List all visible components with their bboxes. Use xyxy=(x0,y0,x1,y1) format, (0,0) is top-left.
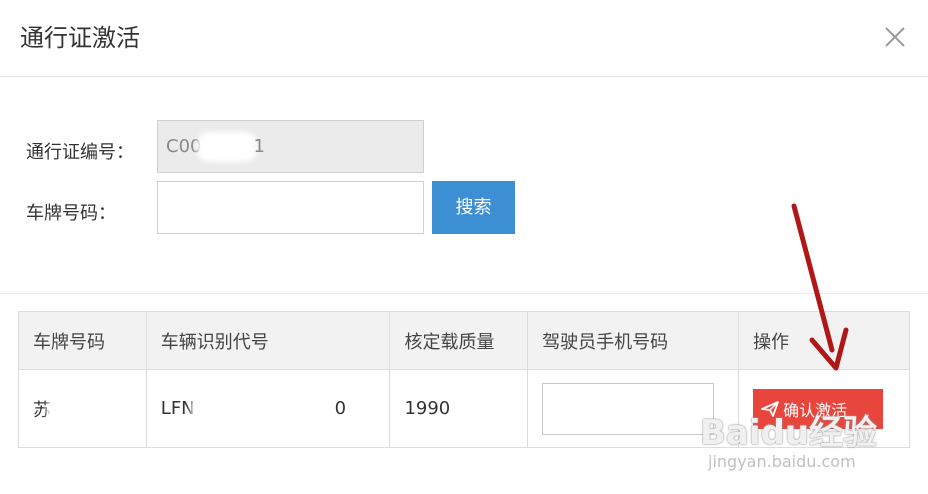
vin-value-prefix: LFN xyxy=(160,397,195,419)
col-header-load: 核定载质量 xyxy=(389,311,529,370)
col-header-phone: 驾驶员手机号码 xyxy=(527,311,740,370)
col-header-vin: 车辆识别代号 xyxy=(145,311,391,370)
col-header-plate: 车牌号码 xyxy=(18,311,147,370)
plate-number-label: 车牌号码： xyxy=(26,203,116,224)
redaction-mask xyxy=(194,397,335,420)
plate-number-input[interactable] xyxy=(157,181,424,234)
redaction-mask xyxy=(201,136,254,158)
pass-number-value-prefix: C00 xyxy=(166,136,202,157)
cell-vin: LFN 0 xyxy=(145,369,391,448)
search-button[interactable]: 搜索 xyxy=(432,181,515,234)
section-divider xyxy=(0,293,928,294)
redaction-mask xyxy=(51,399,113,422)
activation-dialog: 通行证激活 通行证编号： C00 1 车牌号码： 搜索 车牌号码 车辆识别代号 核… xyxy=(0,0,928,494)
pass-number-label: 通行证编号： xyxy=(26,142,134,163)
baidu-watermark-logo: Baidu经验 xyxy=(700,413,878,453)
close-icon[interactable] xyxy=(880,22,910,52)
pass-number-field: C00 1 xyxy=(157,120,424,173)
cell-plate: 苏 xyxy=(18,369,147,448)
table-header-row: 车牌号码 车辆识别代号 核定载质量 驾驶员手机号码 操作 xyxy=(18,311,910,370)
col-header-action: 操作 xyxy=(738,311,910,370)
dialog-title: 通行证激活 xyxy=(20,24,140,52)
vin-value-suffix: 0 xyxy=(334,397,347,419)
watermark-url: jingyan.baidu.com xyxy=(708,452,856,471)
driver-phone-input[interactable] xyxy=(542,382,715,435)
pass-number-value-suffix: 1 xyxy=(253,136,265,157)
dialog-header: 通行证激活 xyxy=(0,0,928,77)
cell-load: 1990 xyxy=(389,369,529,448)
plate-value-prefix: 苏 xyxy=(33,399,51,421)
